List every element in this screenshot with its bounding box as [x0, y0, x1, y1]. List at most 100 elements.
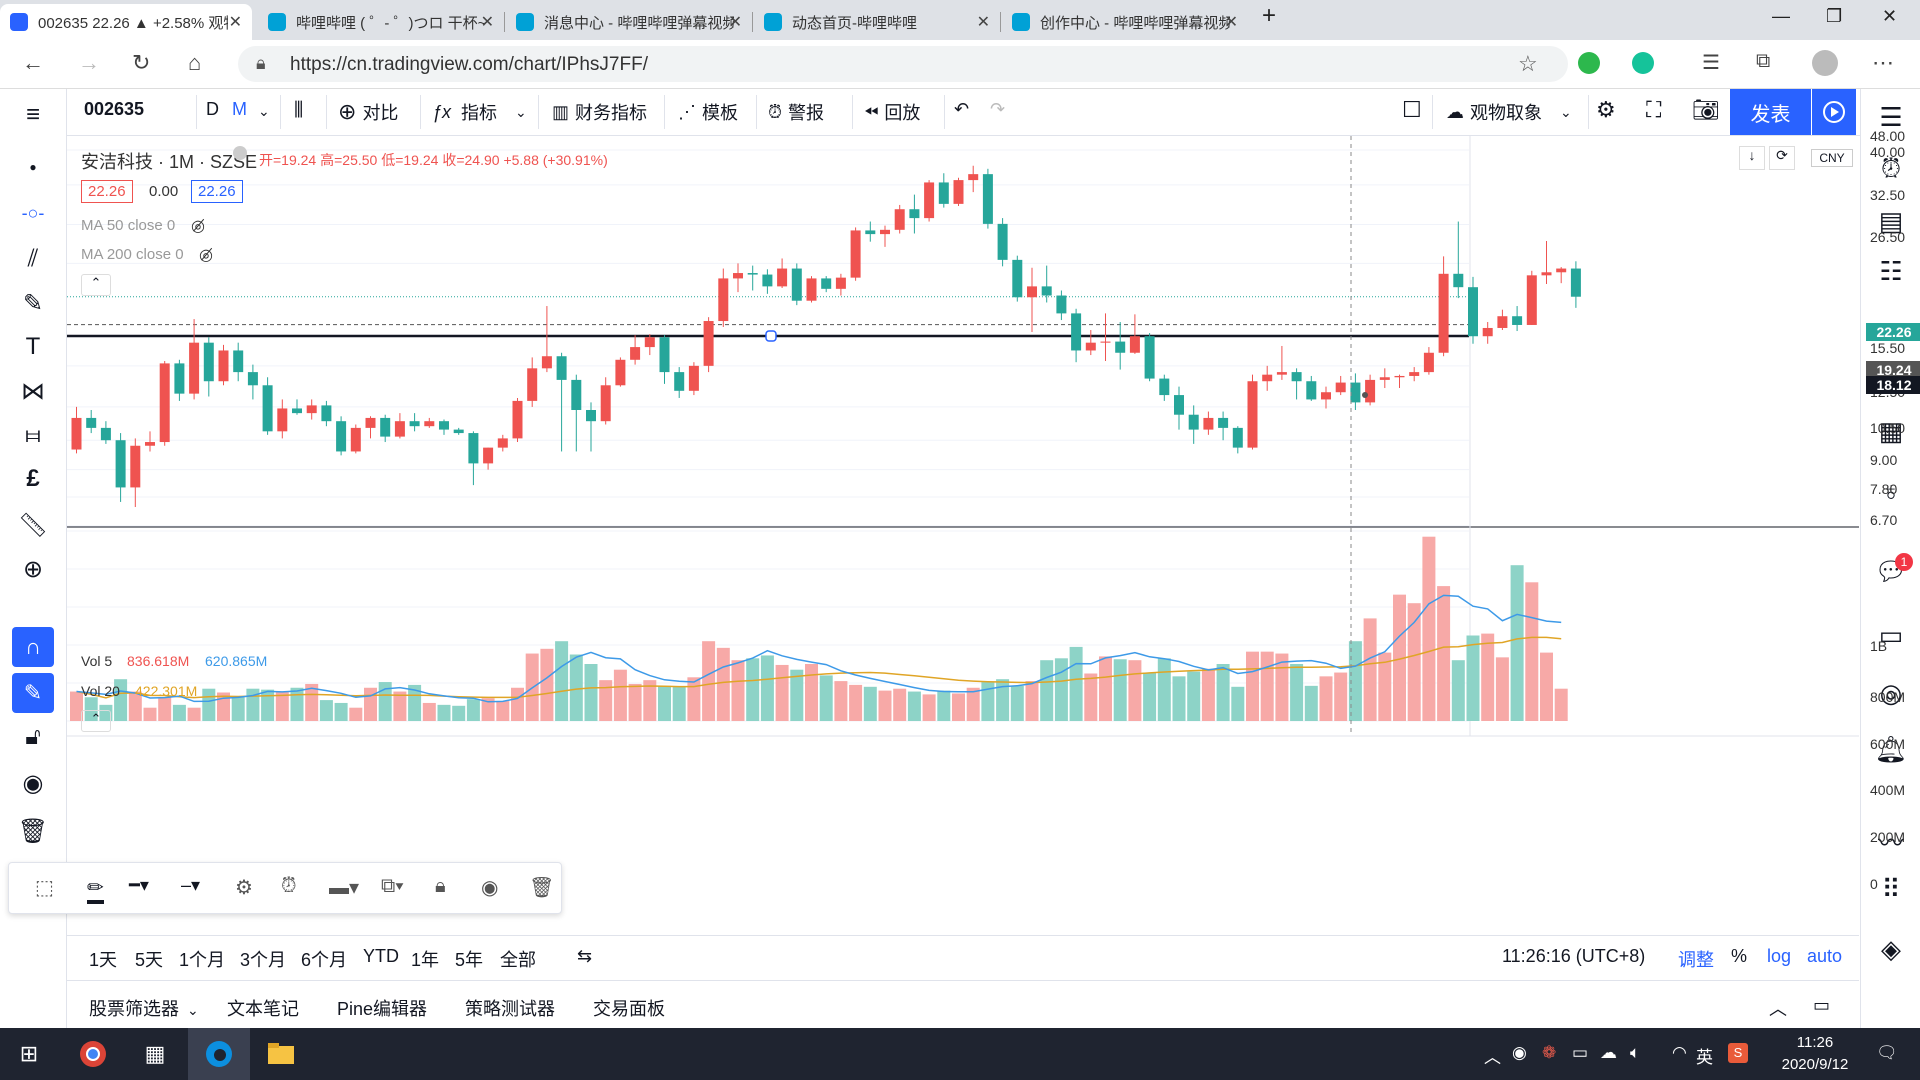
- expand-panel-icon[interactable]: ︿: [1769, 995, 1787, 1021]
- close-tab-icon[interactable]: ✕: [229, 12, 242, 32]
- favorites-icon[interactable]: ☰: [1702, 50, 1720, 75]
- range-6m-button[interactable]: 6个月: [301, 946, 347, 972]
- unlock-icon[interactable]: 🔓︎: [12, 719, 54, 755]
- action-center-icon[interactable]: 🗨︎: [1876, 1043, 1898, 1063]
- layers-icon[interactable]: ◈: [1869, 929, 1913, 969]
- new-tab-icon[interactable]: +: [1262, 2, 1276, 30]
- alert-button[interactable]: ⏰︎ 警报: [768, 99, 824, 125]
- eye-icon[interactable]: ◉: [12, 765, 54, 801]
- line-style-icon[interactable]: ‒▾: [181, 875, 200, 896]
- ma50-legend[interactable]: MA 50 close 0: [81, 217, 175, 234]
- collapse-volume-legend-icon[interactable]: ⌃: [81, 710, 111, 732]
- trash-icon[interactable]: 🗑︎: [12, 813, 54, 849]
- replay-button[interactable]: ⏪︎ 回放: [864, 99, 920, 125]
- stay-in-drawing-mode-icon[interactable]: ✎: [12, 673, 54, 713]
- fullscreen-icon[interactable]: ⛶: [1646, 97, 1661, 123]
- interval-dropdown-icon[interactable]: ⌄: [258, 103, 270, 120]
- forecast-tool-icon[interactable]: ⧦: [12, 417, 54, 453]
- line-color-pencil-icon[interactable]: ✏︎: [87, 875, 104, 904]
- auto-scale-toggle[interactable]: auto: [1807, 946, 1842, 967]
- range-1m-button[interactable]: 1个月: [179, 946, 225, 972]
- currency-label[interactable]: CNY: [1811, 149, 1853, 167]
- templates-button[interactable]: ⋰ 模板: [678, 99, 738, 125]
- pound-measure-icon[interactable]: £: [12, 461, 54, 497]
- interval-month-button[interactable]: M: [232, 99, 247, 120]
- template-icon[interactable]: ▬▾: [329, 875, 359, 900]
- tab-stock-screener[interactable]: 股票筛选器 ⌄: [89, 995, 199, 1021]
- go-to-date-icon[interactable]: ⇆: [577, 946, 592, 967]
- visibility-eye-icon[interactable]: ◉: [481, 875, 498, 900]
- range-1d-button[interactable]: 1天: [89, 946, 117, 972]
- forward-icon[interactable]: →: [78, 50, 100, 76]
- chart-type-candles-icon[interactable]: ⫴: [294, 97, 303, 123]
- menu-icon[interactable]: ≡: [12, 97, 54, 133]
- calculator-icon[interactable]: ▦: [138, 1038, 172, 1070]
- close-tab-icon[interactable]: ✕: [729, 12, 742, 32]
- layout-name-button[interactable]: ☁︎ 观物取象 ⌄: [1446, 99, 1572, 125]
- interval-day-button[interactable]: D: [206, 99, 219, 120]
- tab-text-notes[interactable]: 文本笔记: [227, 995, 299, 1021]
- pattern-tool-icon[interactable]: ⋈: [12, 373, 54, 409]
- delete-trash-icon[interactable]: 🗑︎: [529, 875, 554, 900]
- symbol-legend[interactable]: 安洁科技 · 1M · SZSE: [81, 148, 257, 174]
- close-tab-icon[interactable]: ✕: [977, 12, 990, 32]
- line-width-icon[interactable]: ━▾: [129, 875, 149, 896]
- camera-icon[interactable]: 📷︎: [1692, 97, 1720, 123]
- home-icon[interactable]: ⌂: [188, 50, 201, 76]
- range-3m-button[interactable]: 3个月: [240, 946, 286, 972]
- refresh-icon[interactable]: ⟳: [1769, 146, 1795, 170]
- clone-icon[interactable]: ⧉▾: [381, 875, 404, 898]
- tab-pine-editor[interactable]: Pine编辑器: [337, 995, 427, 1021]
- select-layout-icon[interactable]: ☐: [1402, 97, 1422, 123]
- edge-icon[interactable]: [202, 1038, 236, 1070]
- text-tool-icon[interactable]: T: [12, 329, 54, 365]
- symbol-search-button[interactable]: 002635: [84, 99, 144, 120]
- compare-button[interactable]: ⊕ 对比: [338, 99, 398, 125]
- tab-strategy-tester[interactable]: 策略测试器: [465, 995, 555, 1021]
- sell-price-box[interactable]: 22.26: [81, 180, 133, 203]
- restore-icon[interactable]: ❐: [1826, 6, 1842, 27]
- reload-icon[interactable]: ↻: [132, 50, 150, 76]
- maximize-panel-icon[interactable]: ▭: [1813, 995, 1830, 1016]
- star-icon[interactable]: ☆: [1518, 51, 1538, 77]
- magnet-icon[interactable]: ∩: [12, 627, 54, 667]
- brush-icon[interactable]: ✎: [12, 285, 54, 321]
- file-explorer-icon[interactable]: [264, 1038, 298, 1070]
- tab-tradingview[interactable]: 002635 22.26 ▲ +2.58% 观物取象 ✕: [0, 4, 252, 40]
- lock-icon[interactable]: 🔒︎: [435, 875, 446, 898]
- adjust-toggle[interactable]: 调整: [1678, 946, 1714, 972]
- tab-bilibili-home[interactable]: 哔哩哔哩 ( ゜- ゜)つロ 干杯~-bilil ✕: [258, 4, 504, 40]
- settings-gear-icon[interactable]: ⚙: [235, 875, 253, 900]
- crosshair-dot-icon[interactable]: ●: [12, 149, 54, 185]
- chrome-icon[interactable]: [76, 1038, 110, 1070]
- url-field[interactable]: 🔒︎ https://cn.tradingview.com/chart/IPhs…: [238, 46, 1568, 82]
- settings-gear-icon[interactable]: ⚙: [1596, 97, 1616, 123]
- ime-indicator[interactable]: 英: [1696, 1043, 1713, 1068]
- trend-tools-icon[interactable]: ⫽: [12, 241, 54, 277]
- collapse-legend-icon[interactable]: ⌃: [81, 274, 111, 296]
- download-arrow-icon[interactable]: ↓: [1739, 146, 1765, 170]
- zoom-in-icon[interactable]: ⊕: [12, 551, 54, 587]
- tab-bilibili-feed[interactable]: 动态首页-哔哩哔哩 ✕: [754, 4, 1000, 40]
- back-icon[interactable]: ←: [22, 50, 44, 76]
- log-scale-toggle[interactable]: log: [1767, 946, 1791, 967]
- tab-trading-panel[interactable]: 交易面板: [593, 995, 665, 1021]
- percent-scale-toggle[interactable]: %: [1731, 946, 1747, 967]
- play-replay-button[interactable]: [1812, 89, 1856, 135]
- minimize-icon[interactable]: —: [1772, 6, 1790, 27]
- tray-app-icon[interactable]: ❁: [1542, 1043, 1556, 1063]
- wifi-icon[interactable]: ◠: [1672, 1043, 1687, 1063]
- battery-icon[interactable]: ▭: [1572, 1043, 1588, 1063]
- chart-area[interactable]: 安洁科技 · 1M · SZSE 开=19.24 高=25.50 低=19.24…: [67, 128, 1920, 1061]
- ma200-legend[interactable]: MA 200 close 0: [81, 246, 184, 263]
- close-tab-icon[interactable]: ✕: [481, 12, 494, 32]
- indicators-button[interactable]: ƒx 指标 ⌄: [432, 99, 527, 125]
- taskbar-date[interactable]: 2020/9/12: [1766, 1056, 1864, 1073]
- price-volume-chart[interactable]: [67, 136, 1859, 926]
- more-menu-icon[interactable]: ⋯: [1872, 50, 1894, 76]
- grammarly-extension-icon[interactable]: [1632, 52, 1654, 74]
- redo-icon[interactable]: ↷: [990, 99, 1005, 120]
- close-window-icon[interactable]: ✕: [1882, 6, 1897, 27]
- tab-bilibili-messages[interactable]: 消息中心 - 哔哩哔哩弹幕视频网 ✕: [506, 4, 752, 40]
- buy-price-box[interactable]: 22.26: [191, 180, 243, 203]
